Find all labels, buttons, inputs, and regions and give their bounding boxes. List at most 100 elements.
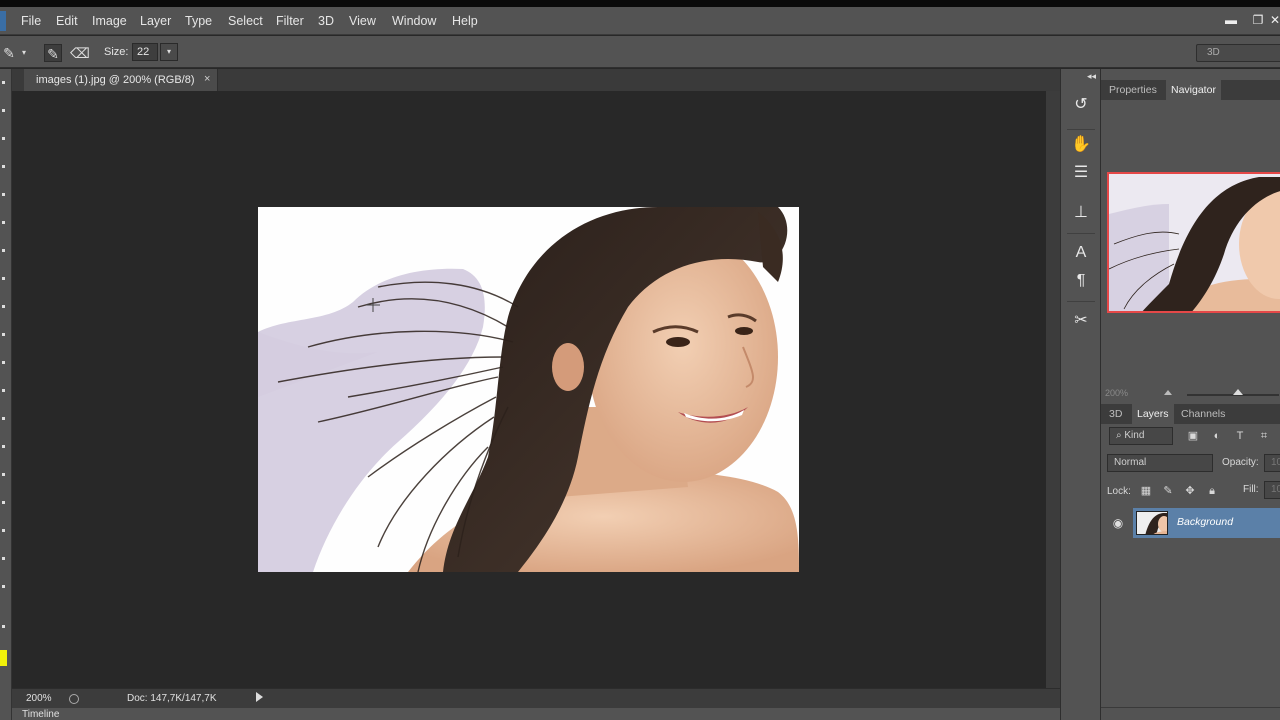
title-strip (0, 0, 1280, 7)
workspace-select[interactable]: 3D (1196, 44, 1280, 62)
dock-divider (1067, 301, 1095, 302)
brush-icon[interactable]: ✎ (44, 44, 62, 62)
navigator-preview[interactable] (1107, 172, 1280, 313)
tool-preset-dropdown-icon[interactable]: ▾ (18, 44, 30, 62)
tool-icon[interactable] (2, 333, 5, 336)
tool-icon[interactable] (2, 81, 5, 84)
doc-size-info: Doc: 147,7K/147,7K (127, 693, 217, 704)
options-bar: ✎ ▾ ✎ ⌫ Size: 22 ▾ 3D (0, 36, 1280, 68)
filter-adjustment-layers-icon[interactable]: ◐ (1210, 429, 1224, 443)
tool-presets-icon[interactable]: ✂ (1069, 309, 1093, 333)
lock-image-pixels-icon[interactable]: ✎ (1161, 484, 1175, 498)
timeline-panel-bar[interactable]: Timeline (12, 708, 1060, 720)
app-logo-icon (0, 11, 6, 31)
menu-type[interactable]: Type (185, 14, 212, 28)
tool-icon[interactable] (2, 585, 5, 588)
restore-icon[interactable]: ❐ (1248, 11, 1268, 29)
portrait-photo (258, 207, 799, 572)
tool-icon[interactable] (2, 137, 5, 140)
character-icon[interactable]: A (1069, 241, 1093, 265)
menu-layer[interactable]: Layer (140, 14, 171, 28)
actions-icon[interactable]: ✋ (1069, 133, 1093, 157)
zoom-out-icon[interactable] (1164, 390, 1172, 395)
history-icon[interactable]: ↺ (1069, 93, 1093, 117)
tool-icon[interactable] (2, 221, 5, 224)
layer-thumbnail (1136, 511, 1168, 535)
fill-label: Fill: (1243, 484, 1259, 495)
menu-help[interactable]: Help (452, 14, 478, 28)
paragraph-icon[interactable]: ¶ (1069, 269, 1093, 293)
lock-all-icon[interactable]: 🔒︎ (1205, 484, 1219, 498)
tool-icon[interactable] (2, 417, 5, 420)
opacity-input[interactable]: 10 (1264, 454, 1280, 472)
dock-divider (1067, 233, 1095, 234)
close-tab-icon[interactable]: × (204, 73, 210, 85)
layers-panel-footer (1101, 707, 1280, 720)
opacity-label: Opacity: (1222, 457, 1259, 468)
navigator-zoom-slider-knob[interactable] (1233, 389, 1243, 395)
status-info-icon[interactable] (69, 694, 79, 704)
layer-visibility-eye-icon[interactable]: ◉ (1111, 516, 1125, 530)
filter-shape-layers-icon[interactable]: ⌗ (1257, 429, 1271, 443)
tab-layers[interactable]: Layers (1132, 404, 1174, 424)
menu-file[interactable]: File (21, 14, 41, 28)
layers-panel-tabs: 3D Layers Channels (1101, 404, 1280, 424)
tool-icon[interactable] (2, 501, 5, 504)
status-bar: 200% Doc: 147,7K/147,7K (12, 688, 1060, 708)
size-input[interactable]: 22 (132, 43, 158, 61)
panel-dock: ◂◂ ↺ ✋ ☰ ⊥ A ¶ ✂ (1060, 69, 1100, 720)
size-dropdown-icon[interactable]: ▾ (160, 43, 178, 61)
collapse-panels-icon[interactable]: ◂◂ (1087, 71, 1096, 82)
tool-icon[interactable] (2, 165, 5, 168)
tool-icon[interactable] (2, 249, 5, 252)
tab-properties[interactable]: Properties (1104, 80, 1162, 100)
tool-icon[interactable] (2, 193, 5, 196)
foreground-color-swatch[interactable] (0, 650, 7, 666)
tool-icon[interactable] (2, 305, 5, 308)
fill-input[interactable]: 10 (1264, 481, 1280, 499)
menu-filter[interactable]: Filter (276, 14, 304, 28)
eraser-icon[interactable]: ⌫ (70, 44, 90, 62)
document-canvas-image[interactable] (258, 207, 799, 572)
tool-icon[interactable] (2, 445, 5, 448)
zoom-readout[interactable]: 200% (26, 693, 52, 704)
blend-mode-select[interactable]: Normal (1107, 454, 1213, 472)
vertical-scrollbar[interactable] (1046, 91, 1060, 688)
navigator-zoom-readout[interactable]: 200% (1105, 388, 1128, 398)
menu-edit[interactable]: Edit (56, 14, 78, 28)
tool-icon[interactable] (2, 557, 5, 560)
document-tab-bar: images (1).jpg @ 200% (RGB/8) × (12, 69, 1060, 91)
tab-3d[interactable]: 3D (1104, 404, 1127, 424)
menu-view[interactable]: View (349, 14, 376, 28)
lock-position-icon[interactable]: ✥ (1183, 484, 1197, 498)
menu-image[interactable]: Image (92, 14, 127, 28)
document-tab[interactable]: images (1).jpg @ 200% (RGB/8) × (24, 69, 218, 91)
layer-filter-kind-label: Kind (1124, 430, 1145, 441)
brush-tool-preset-icon[interactable]: ✎ (0, 44, 18, 62)
tool-icon[interactable] (2, 277, 5, 280)
adjustments-icon[interactable]: ☰ (1069, 161, 1093, 185)
clone-source-icon[interactable]: ⊥ (1069, 201, 1093, 225)
close-window-icon[interactable]: ✕ (1270, 11, 1280, 29)
right-panel-group: Properties Navigator 200% 3D Layers Chan… (1100, 69, 1280, 720)
tool-icon[interactable] (2, 361, 5, 364)
lock-transparent-pixels-icon[interactable]: ▦ (1139, 484, 1153, 498)
swap-colors-icon[interactable] (2, 625, 5, 628)
menu-3d[interactable]: 3D (318, 14, 334, 28)
tool-icon[interactable] (2, 109, 5, 112)
filter-pixel-layers-icon[interactable]: ▣ (1186, 429, 1200, 443)
status-menu-arrow-icon[interactable] (256, 692, 263, 702)
menu-select[interactable]: Select (228, 14, 263, 28)
tool-icon[interactable] (2, 529, 5, 532)
layer-name: Background (1177, 516, 1234, 528)
tab-channels[interactable]: Channels (1176, 404, 1230, 424)
layer-row[interactable]: Background (1133, 508, 1280, 538)
layer-filter-kind-select[interactable]: ⌕ Kind (1109, 427, 1173, 445)
tab-navigator[interactable]: Navigator (1166, 80, 1221, 100)
filter-type-layers-icon[interactable]: T (1233, 429, 1247, 443)
tool-icon[interactable] (2, 389, 5, 392)
tool-icon[interactable] (2, 473, 5, 476)
size-label: Size: (104, 46, 129, 58)
minimize-icon[interactable]: ▬ (1221, 11, 1241, 29)
menu-window[interactable]: Window (392, 14, 436, 28)
